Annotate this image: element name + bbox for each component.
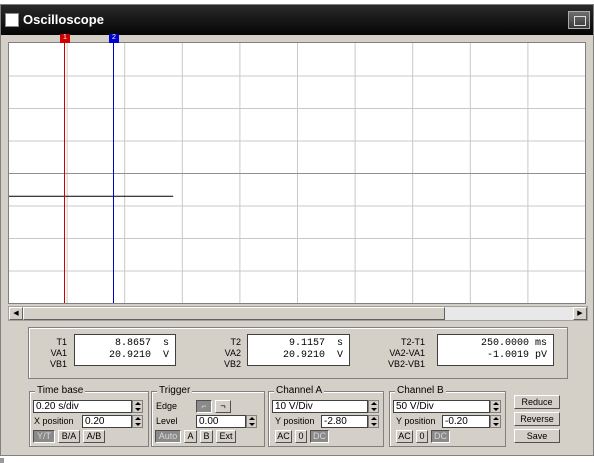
channel-a-zero-button[interactable]: 0 <box>295 430 307 443</box>
timebase-scale-field[interactable]: 0.20 s/div <box>33 400 132 413</box>
channel-b-ypos-input[interactable]: -0.20 <box>442 415 490 428</box>
channel-a-scale-spinner-icon[interactable] <box>368 400 379 413</box>
channel-a-dc-button[interactable]: DC <box>310 430 329 443</box>
channel-b-scale-spinner-icon[interactable] <box>490 400 501 413</box>
t2-value: 9.1157 s <box>288 338 343 349</box>
edge-label: Edge <box>156 401 178 411</box>
cursor-1-marker[interactable]: 1 <box>60 34 70 43</box>
channel-b-scale-field[interactable]: 50 V/Div <box>393 400 490 413</box>
channel-b-dc-button[interactable]: DC <box>431 430 450 443</box>
vb1-label: VB1 <box>49 359 67 369</box>
scroll-thumb[interactable] <box>23 307 445 320</box>
channel-b-zero-button[interactable]: 0 <box>416 430 428 443</box>
yt-mode-button[interactable]: Y/T <box>33 430 55 443</box>
scroll-right-arrow-icon[interactable]: ▶ <box>573 307 587 320</box>
trigger-b-button[interactable]: B <box>200 430 213 443</box>
scope-grid <box>9 43 585 303</box>
xpos-label: X position <box>34 416 74 426</box>
level-input[interactable]: 0.00 <box>196 415 246 428</box>
delta-t-value: 250.0000 ms <box>480 338 547 349</box>
reduce-button[interactable]: Reduce <box>514 395 560 409</box>
timebase-scale-spinner-icon[interactable] <box>132 400 143 413</box>
trigger-group: Trigger Edge ⌐ ¬ Level 0.00 Auto A B Ext <box>151 385 265 447</box>
delta-t-label: T2-T1 <box>400 337 425 347</box>
channel-a-ypos-spinner-icon[interactable] <box>368 415 379 428</box>
window-title: Oscilloscope <box>23 12 104 27</box>
channel-b-title: Channel B <box>395 385 446 396</box>
channel-a-ac-button[interactable]: AC <box>275 430 292 443</box>
channel-a-ypos-label: Y position <box>275 416 315 426</box>
app-icon <box>5 13 19 27</box>
timebase-title: Time base <box>35 385 86 396</box>
ab-mode-button[interactable]: A/B <box>83 430 105 443</box>
t2-values: 9.1157 s 20.9210 V <box>247 334 350 366</box>
channel-b-group: Channel B 50 V/Div Y position -0.20 AC 0… <box>389 385 506 447</box>
title-bar[interactable]: Oscilloscope <box>1 5 593 35</box>
level-spinner-icon[interactable] <box>246 415 257 428</box>
falling-edge-icon[interactable]: ¬ <box>215 400 231 413</box>
xpos-input[interactable]: 0.20 <box>82 415 132 428</box>
xpos-spinner-icon[interactable] <box>132 415 143 428</box>
measurement-readout: T1 VA1 VB1 8.8657 s 20.9210 V T2 VA2 VB2 … <box>28 327 568 379</box>
oscilloscope-screen[interactable]: 1 2 <box>8 34 586 304</box>
delta-vb-label: VB2-VB1 <box>387 359 425 369</box>
channel-a-group: Channel A 10 V/Div Y position -2.80 AC 0… <box>268 385 384 447</box>
t1-values: 8.8657 s 20.9210 V <box>74 334 176 366</box>
ba-mode-button[interactable]: B/A <box>58 430 80 443</box>
delta-values: 250.0000 ms -1.0019 pV <box>437 334 554 366</box>
delta-va-label: VA2-VA1 <box>389 348 425 358</box>
cursor-2-marker[interactable]: 2 <box>109 34 119 43</box>
trigger-ext-button[interactable]: Ext <box>216 430 236 443</box>
cursor-2-label: 2 <box>112 34 116 41</box>
channel-b-ypos-label: Y position <box>396 416 436 426</box>
restore-button[interactable] <box>568 11 590 29</box>
vb2-label: VB2 <box>223 359 241 369</box>
delta-va-value: -1.0019 pV <box>486 350 547 361</box>
rising-edge-icon[interactable]: ⌐ <box>196 400 212 413</box>
status-grip <box>0 458 4 463</box>
t1-label: T1 <box>56 337 67 347</box>
va2-label: VA2 <box>224 348 241 358</box>
channel-b-ypos-spinner-icon[interactable] <box>490 415 501 428</box>
save-button[interactable]: Save <box>514 429 560 443</box>
trigger-auto-button[interactable]: Auto <box>155 430 181 443</box>
va1-value: 20.9210 V <box>108 350 169 361</box>
t1-value: 8.8657 s <box>114 338 169 349</box>
channel-b-ac-button[interactable]: AC <box>396 430 413 443</box>
t2-label: T2 <box>230 337 241 347</box>
reverse-button[interactable]: Reverse <box>514 412 560 426</box>
level-label: Level <box>156 416 178 426</box>
trigger-title: Trigger <box>157 385 193 396</box>
va2-value: 20.9210 V <box>282 350 343 361</box>
channel-a-ypos-input[interactable]: -2.80 <box>321 415 368 428</box>
trigger-a-button[interactable]: A <box>184 430 197 443</box>
channel-a-scale-field[interactable]: 10 V/Div <box>272 400 368 413</box>
horizontal-scrollbar[interactable]: ◀ ▶ <box>8 306 588 321</box>
timebase-group: Time base 0.20 s/div X position 0.20 Y/T… <box>29 385 149 447</box>
va1-label: VA1 <box>50 348 67 358</box>
channel-a-title: Channel A <box>274 385 325 396</box>
cursor-1-label: 1 <box>63 34 67 41</box>
scroll-left-arrow-icon[interactable]: ◀ <box>9 307 23 320</box>
